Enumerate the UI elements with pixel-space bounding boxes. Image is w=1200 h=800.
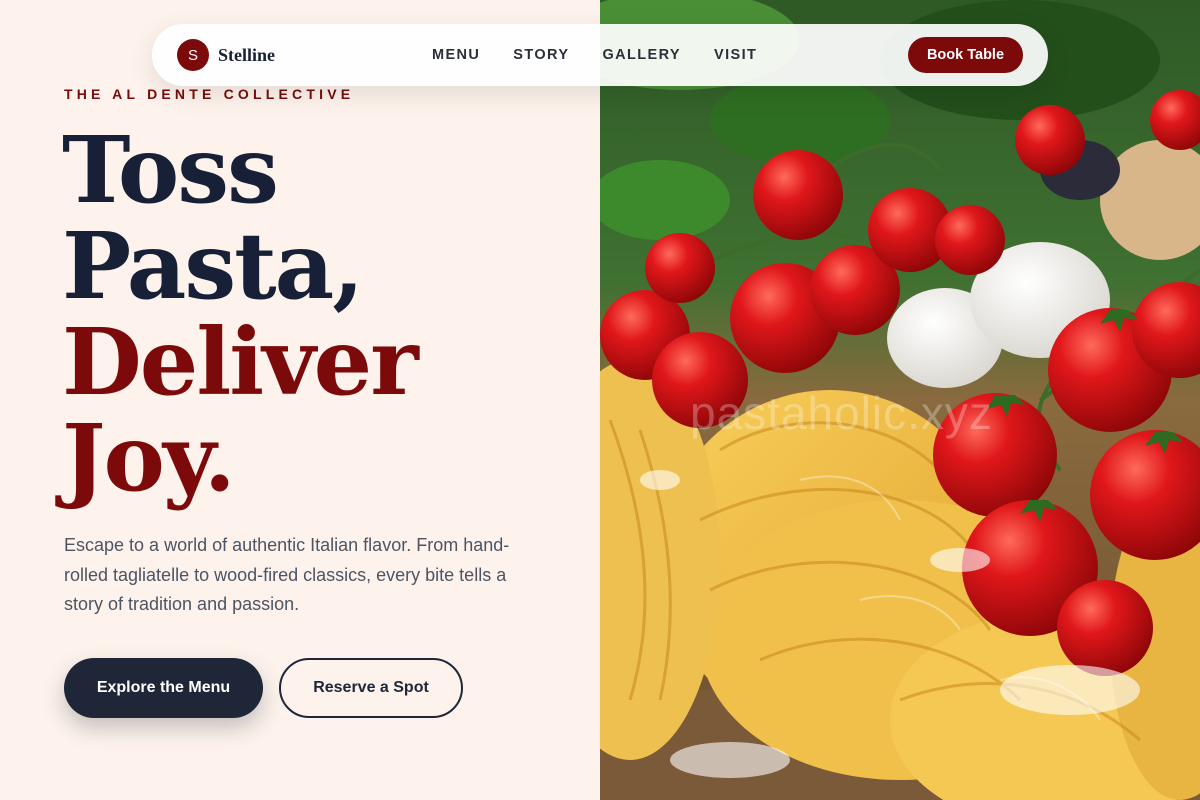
hero-headline: Toss Pasta, Deliver Joy.	[62, 116, 419, 512]
nav-links: MENU STORY GALLERY VISIT	[432, 24, 757, 86]
brand-mark-icon: S	[177, 39, 209, 71]
headline-line-1: Toss	[62, 116, 279, 224]
hero-eyebrow: THE AL DENTE COLLECTIVE	[64, 86, 355, 102]
book-table-button[interactable]: Book Table	[908, 37, 1023, 73]
hero-text-panel: THE AL DENTE COLLECTIVE Toss Pasta, Deli…	[0, 0, 600, 800]
headline-line-2: Pasta,	[62, 212, 364, 320]
reserve-spot-button[interactable]: Reserve a Spot	[279, 658, 463, 718]
brand-logo[interactable]: S Stelline	[177, 39, 275, 71]
headline-line-3: Deliver	[62, 308, 419, 416]
headline-line-4: Joy.	[62, 404, 236, 512]
nav-link-menu[interactable]: MENU	[432, 47, 480, 63]
brand-name: Stelline	[218, 44, 275, 65]
nav-link-gallery[interactable]: GALLERY	[602, 47, 681, 63]
image-watermark: pastaholic.xyz	[690, 387, 993, 439]
hero-image: pastaholic.xyz	[600, 0, 1200, 800]
nav-link-story[interactable]: STORY	[513, 47, 569, 63]
explore-menu-button[interactable]: Explore the Menu	[64, 658, 263, 718]
nav-link-visit[interactable]: VISIT	[714, 47, 757, 63]
hero-lead-paragraph: Escape to a world of authentic Italian f…	[64, 535, 510, 614]
top-navbar: S Stelline MENU STORY GALLERY VISIT Book…	[152, 24, 1048, 86]
